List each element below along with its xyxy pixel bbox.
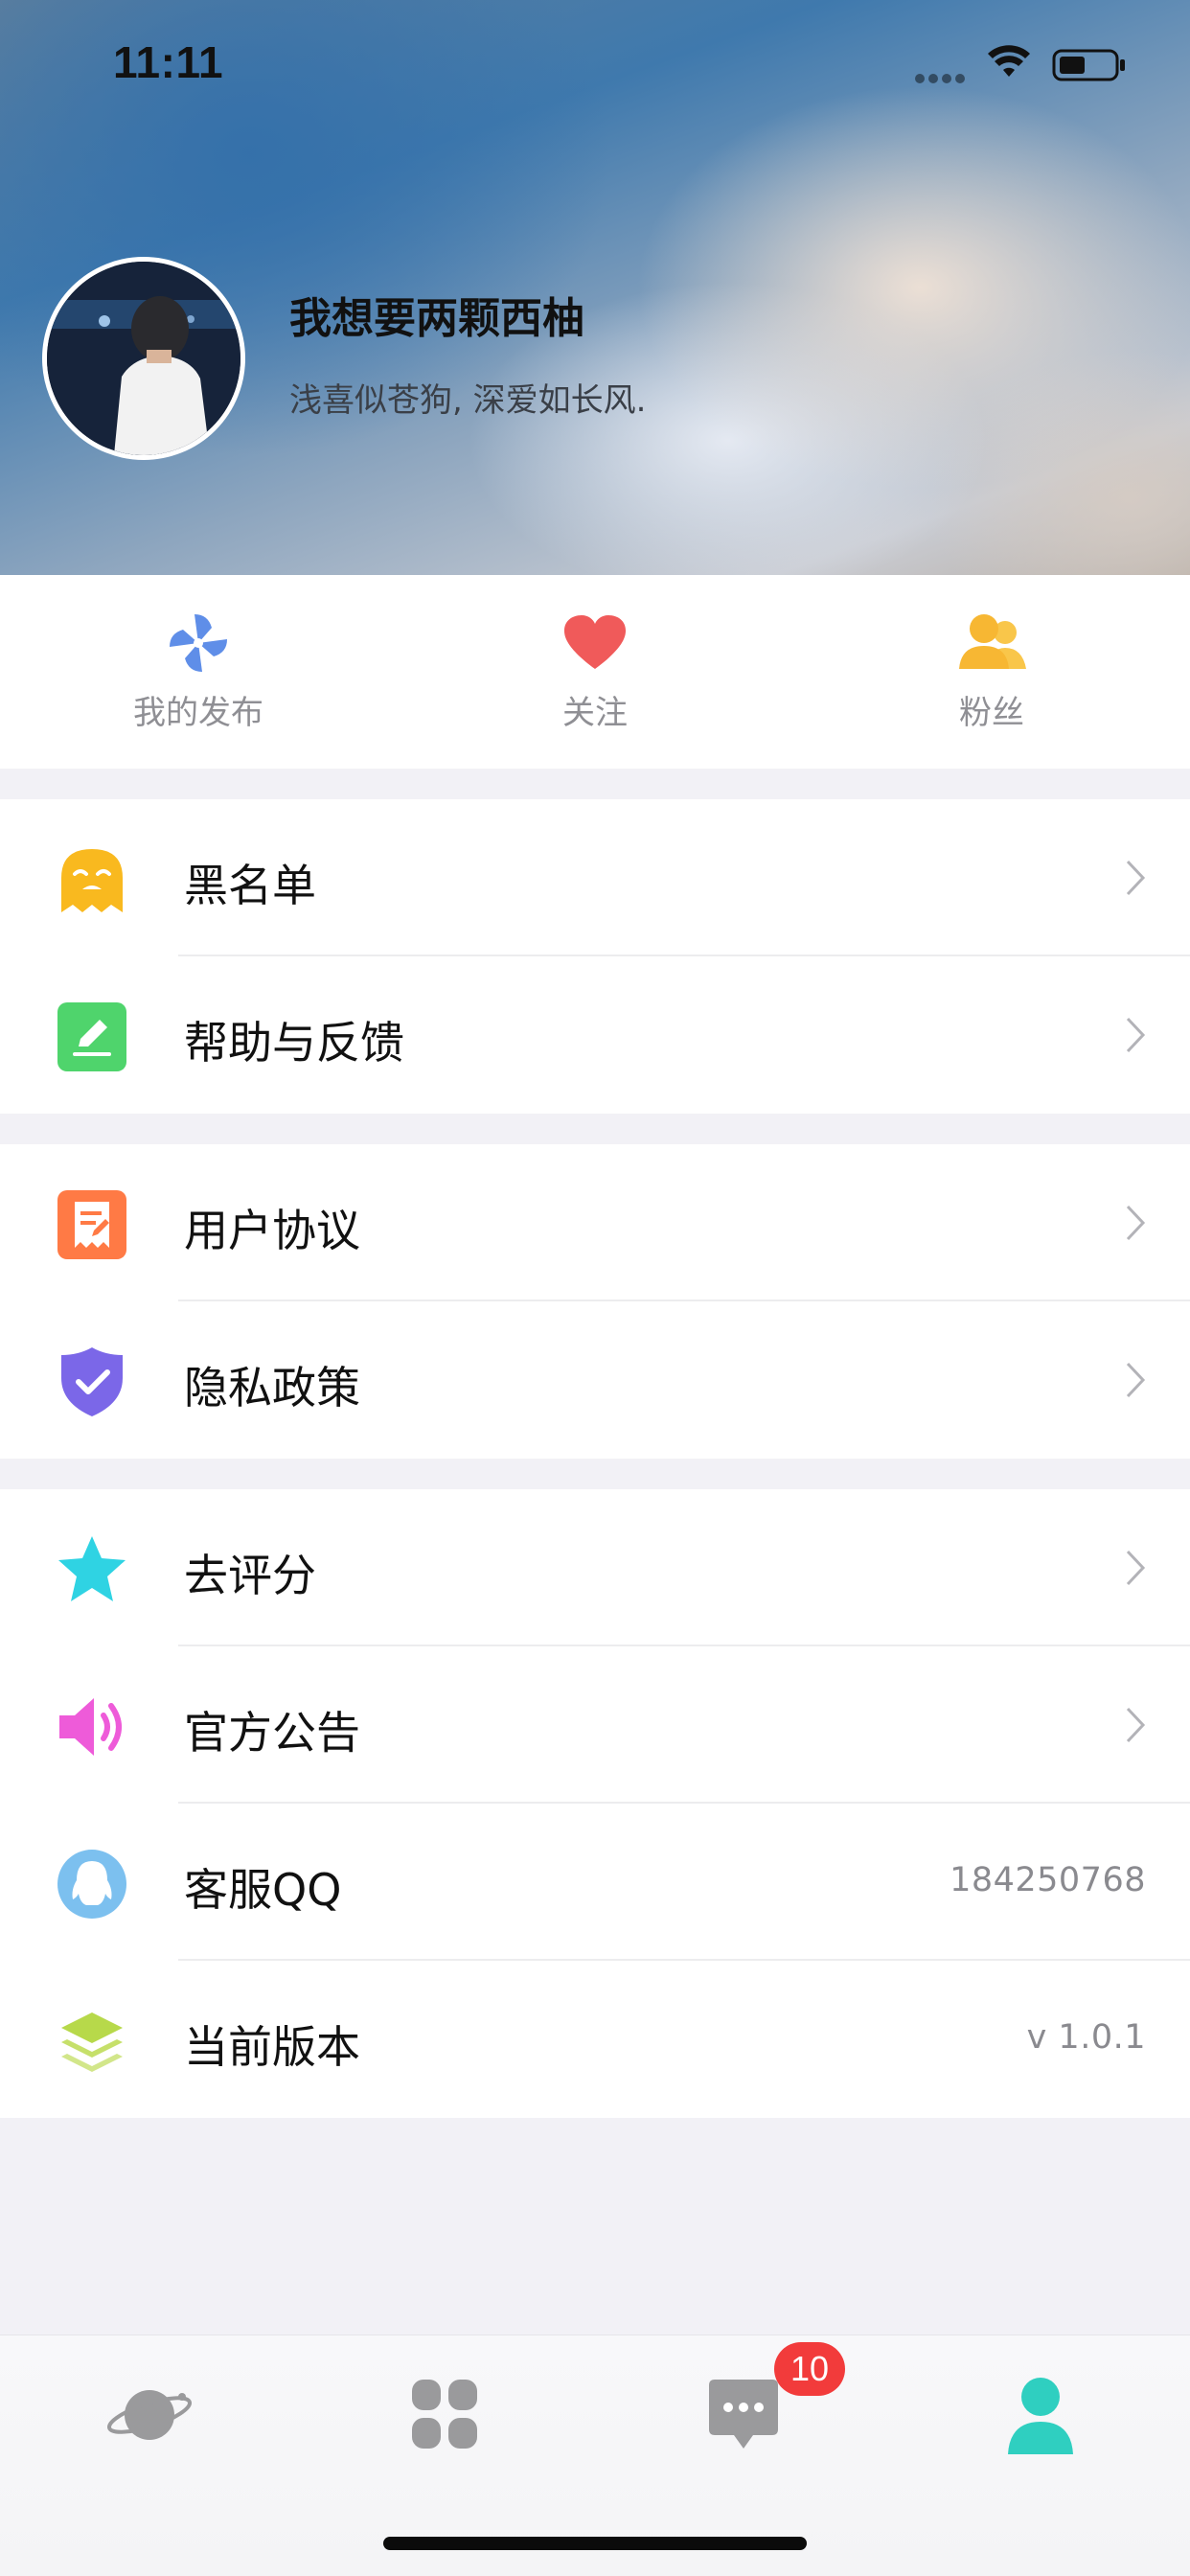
chat-icon [709,2380,778,2449]
home-indicator [383,2537,807,2550]
battery-icon [1052,49,1125,81]
tab-discover[interactable] [102,2372,197,2458]
shield-check-icon [61,1347,123,1416]
menu-item-blacklist[interactable]: 黑名单 [0,799,1190,956]
profile-header: 11:11 我想要两颗西柚 浅喜似苍狗, 深爱如长风. [0,0,1190,575]
menu-label: 官方公告 [184,1707,360,1759]
fans-label: 粉丝 [959,694,1024,732]
tab-profile[interactable] [993,2372,1088,2458]
tab-messages[interactable] [696,2372,791,2458]
menu-item-help-feedback[interactable]: 帮助与反馈 [0,956,1190,1114]
ghost-icon [61,849,123,912]
edit-icon [57,1002,126,1071]
my-posts-button[interactable]: 我的发布 [0,575,397,769]
users-icon [959,614,1026,669]
status-time: 11:11 [113,37,224,87]
profile-icon [1008,2378,1073,2454]
menu-label: 客服QQ [184,1864,342,1916]
unread-badge: 10 [774,2342,845,2396]
menu-group-about: 去评分 官方公告 客服QQ 184250768 当前版本 v 1.0.1 [0,1489,1190,2118]
chevron-right-icon [1126,1017,1146,1053]
menu-label: 去评分 [184,1550,316,1601]
my-posts-label: 我的发布 [133,694,263,732]
menu-item-user-agreement[interactable]: 用户协议 [0,1144,1190,1301]
menu-item-customer-qq[interactable]: 客服QQ 184250768 [0,1804,1190,1961]
status-bar: 11:11 [0,0,1190,126]
menu-group-policy: 用户协议 隐私政策 [0,1144,1190,1459]
menu-label: 用户协议 [184,1205,360,1256]
document-icon [57,1190,126,1259]
tab-categories[interactable] [397,2372,492,2458]
menu-group-account: 黑名单 帮助与反馈 [0,799,1190,1114]
quick-actions: 我的发布 关注 粉丝 [0,575,1190,769]
pinwheel-icon [170,614,227,672]
qq-number: 184250768 [950,1861,1146,1899]
planet-icon [106,2390,193,2440]
heart-icon [564,615,626,669]
chevron-right-icon [1126,1362,1146,1398]
chevron-right-icon [1126,1205,1146,1241]
menu-item-privacy-policy[interactable]: 隐私政策 [0,1301,1190,1459]
chevron-right-icon [1126,1550,1146,1586]
menu-label: 帮助与反馈 [184,1017,404,1069]
grid-icon [412,2380,477,2449]
fans-button[interactable]: 粉丝 [793,575,1190,769]
layers-icon [61,2012,123,2072]
chevron-right-icon [1126,1707,1146,1743]
qq-penguin-icon [57,1850,126,1919]
user-bio: 浅喜似苍狗, 深爱如长风. [289,381,647,420]
signal-icon [915,69,971,83]
menu-item-version: 当前版本 v 1.0.1 [0,1961,1190,2118]
menu-label: 当前版本 [184,2021,360,2073]
menu-label: 隐私政策 [184,1362,360,1414]
menu-item-announcement[interactable]: 官方公告 [0,1646,1190,1804]
star-icon [58,1536,126,1601]
speaker-icon [59,1698,122,1756]
chevron-right-icon [1126,860,1146,896]
menu-label: 黑名单 [184,860,316,911]
wifi-icon [988,45,1030,77]
version-number: v 1.0.1 [1026,2018,1146,2057]
avatar[interactable] [42,257,245,460]
following-button[interactable]: 关注 [397,575,793,769]
menu-item-rate[interactable]: 去评分 [0,1489,1190,1646]
user-name: 我想要两颗西柚 [289,294,584,343]
following-label: 关注 [562,694,628,732]
